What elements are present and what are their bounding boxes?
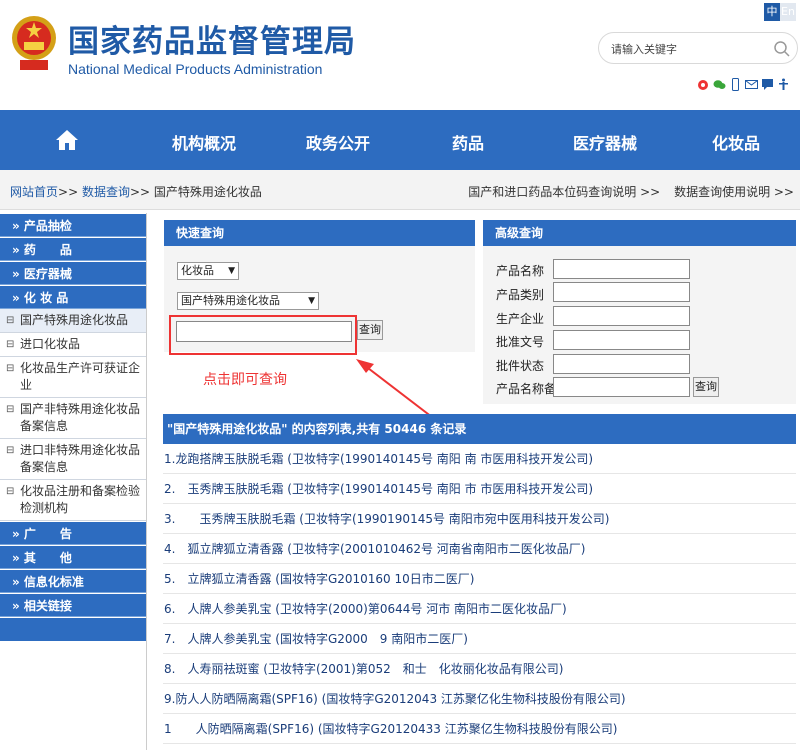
sidebar-sub-label: 化妆品注册和备案检验检测机构 xyxy=(20,484,141,515)
list-item[interactable]: 6. 人牌人参美乳宝 (卫妆特字(2000)第0644号 河市 南阳市二医化妆品… xyxy=(163,594,796,624)
label-approval-status: 批件状态 xyxy=(496,359,545,373)
breadcrumb-data-link[interactable]: 数据查询 xyxy=(82,185,130,199)
mobile-icon[interactable] xyxy=(729,78,742,91)
search-input[interactable] xyxy=(611,39,771,59)
sidebar-item-it-standards[interactable]: » 信息化标准 xyxy=(0,569,146,593)
results-list: 1.龙跑搭牌玉肤脱毛霜 (卫妆特字(1990140145号 南阳 南 市医用科技… xyxy=(163,444,796,744)
sidebar-sub-imported-nonspecial[interactable]: ⊟ 进口非特殊用途化妆品备案信息 xyxy=(0,439,146,480)
wechat-icon[interactable] xyxy=(713,78,726,91)
list-item[interactable]: 7. 人牌人参美乳宝 (国妆特字G2000 9 南阳市二医厂) xyxy=(163,624,796,654)
sidebar-sub-domestic-nonspecial[interactable]: ⊟ 国产非特殊用途化妆品备案信息 xyxy=(0,398,146,439)
search-icon[interactable] xyxy=(773,40,791,58)
dropdown-arrow-icon: ▼ xyxy=(308,296,315,306)
highlight-box xyxy=(169,315,357,355)
collapse-icon: ⊟ xyxy=(6,339,15,350)
product-remark-field[interactable] xyxy=(553,377,690,397)
annotation-hint: 点击即可查询 xyxy=(203,372,287,388)
product-category-field[interactable] xyxy=(553,282,690,302)
sidebar-sub-testing-orgs[interactable]: ⊟ 化妆品注册和备案检验检测机构 xyxy=(0,480,146,521)
nav-item-devices[interactable]: 医疗器械 xyxy=(573,130,637,154)
collapse-icon: ⊟ xyxy=(6,363,15,374)
breadcrumb-current: 国产特殊用途化妆品 xyxy=(153,185,262,199)
sidebar-sub-domestic-special[interactable]: ⊟ 国产特殊用途化妆品 xyxy=(0,309,146,333)
nav-item-affairs[interactable]: 政务公开 xyxy=(306,130,370,154)
nav-item-about[interactable]: 机构概况 xyxy=(172,130,236,154)
sidebar: » 产品抽检 » 药 品 » 医疗器械 » 化 妆 品 ⊟ 国产特殊用途化妆品 ⊟… xyxy=(0,213,147,750)
list-item[interactable]: 4. 狐立牌狐立清香露 (卫妆特字(2001010462号 河南省南阳市二医化妆… xyxy=(163,534,796,564)
message-icon[interactable] xyxy=(761,78,774,91)
sidebar-item-devices[interactable]: » 医疗器械 xyxy=(0,261,146,285)
results-header: "国产特殊用途化妆品" 的内容列表,共有 50446 条记录 xyxy=(163,414,796,444)
language-switcher: 中 En xyxy=(764,3,796,21)
home-icon[interactable] xyxy=(55,128,79,152)
sidebar-sub-label: 国产特殊用途化妆品 xyxy=(20,313,129,327)
breadcrumb-home-link[interactable]: 网站首页 xyxy=(10,185,58,199)
sidebar-item-links[interactable]: » 相关链接 xyxy=(0,593,146,617)
site-search xyxy=(598,32,798,64)
sidebar-item-drugs[interactable]: » 药 品 xyxy=(0,237,146,261)
quick-query-title: 快速查询 xyxy=(164,220,475,246)
advanced-query-panel: 高级查询 产品名称 产品类别 生产企业 批准文号 批件状态 产品名称备注 查询 xyxy=(483,220,796,404)
nav-item-drugs[interactable]: 药品 xyxy=(452,130,484,154)
label-product-name: 产品名称 xyxy=(496,264,545,278)
site-header: 国家药品监督管理局 National Medical Products Admi… xyxy=(0,0,800,110)
approval-number-field[interactable] xyxy=(553,330,690,350)
collapse-icon: ⊟ xyxy=(6,445,15,456)
main-nav: 机构概况 政务公开 药品 医疗器械 化妆品 xyxy=(0,110,800,170)
site-title-en: National Medical Products Administration xyxy=(68,61,323,77)
sidebar-sub-label: 化妆品生产许可获证企业 xyxy=(20,361,141,392)
quick-query-button[interactable]: 查询 xyxy=(357,320,383,340)
list-item[interactable]: 8. 人寿丽祛斑蜜 (卫妆特字(2001)第052 和士 化妆丽化妆品有限公司) xyxy=(163,654,796,684)
label-product-category: 产品类别 xyxy=(496,288,545,302)
advanced-query-button[interactable]: 查询 xyxy=(693,377,719,397)
collapse-icon: ⊟ xyxy=(6,404,15,415)
sidebar-sub-producers[interactable]: ⊟ 化妆品生产许可获证企业 xyxy=(0,357,146,398)
approval-status-field[interactable] xyxy=(553,354,690,374)
lang-en-button[interactable]: En xyxy=(780,3,796,21)
collapse-icon: ⊟ xyxy=(6,486,15,497)
drug-code-guide-link[interactable]: 国产和进口药品本位码查询说明 >> xyxy=(468,185,660,199)
social-links xyxy=(697,78,790,91)
manufacturer-field[interactable] xyxy=(553,306,690,326)
mail-icon[interactable] xyxy=(745,78,758,91)
list-item[interactable]: 3. 玉秀牌玉肤脱毛霜 (卫妆特字(1990190145号 南阳市宛中医用科技开… xyxy=(163,504,796,534)
lang-zh-button[interactable]: 中 xyxy=(764,3,780,21)
collapse-icon: ⊟ xyxy=(6,315,15,326)
nav-item-cosmetics[interactable]: 化妆品 xyxy=(712,130,760,154)
list-item[interactable]: 5. 立牌狐立清香露 (国妆特字G2010160 10日市二医厂) xyxy=(163,564,796,594)
category-select-value: 化妆品 xyxy=(181,264,214,277)
product-name-field[interactable] xyxy=(553,259,690,279)
sidebar-sub-label: 国产非特殊用途化妆品备案信息 xyxy=(20,402,141,433)
list-item[interactable]: 1 人防晒隔离霜(SPF16) (国妆特字G20120433 江苏聚亿生物科技股… xyxy=(163,714,796,744)
database-select[interactable]: 国产特殊用途化妆品 ▼ xyxy=(177,292,319,310)
label-manufacturer: 生产企业 xyxy=(496,312,545,326)
sidebar-item-inspection[interactable]: » 产品抽检 xyxy=(0,213,146,237)
sidebar-sub-label: 进口非特殊用途化妆品备案信息 xyxy=(20,443,141,474)
breadcrumb-sep: >> xyxy=(58,185,79,199)
dropdown-arrow-icon: ▼ xyxy=(228,266,235,276)
sidebar-filler xyxy=(0,617,146,641)
sidebar-item-cosmetics[interactable]: » 化 妆 品 xyxy=(0,285,146,309)
database-select-value: 国产特殊用途化妆品 xyxy=(181,294,280,307)
list-item[interactable]: 9.防人人防晒隔离霜(SPF16) (国妆特字G2012043 江苏聚亿化生物科… xyxy=(163,684,796,714)
list-item[interactable]: 2. 玉秀牌玉肤脱毛霜 (卫妆特字(1990140145号 南阳 市 市医用科技… xyxy=(163,474,796,504)
breadcrumb: 网站首页>> 数据查询>> 国产特殊用途化妆品 国产和进口药品本位码查询说明 >… xyxy=(0,170,800,210)
sidebar-item-other[interactable]: » 其 他 xyxy=(0,545,146,569)
data-query-guide-link[interactable]: 数据查询使用说明 >> xyxy=(674,185,794,199)
category-select[interactable]: 化妆品 ▼ xyxy=(177,262,239,280)
national-emblem-icon xyxy=(12,16,56,70)
breadcrumb-sep: >> xyxy=(129,185,151,199)
sidebar-sub-imported[interactable]: ⊟ 进口化妆品 xyxy=(0,333,146,357)
site-title-cn: 国家药品监督管理局 xyxy=(68,24,356,60)
accessibility-icon[interactable] xyxy=(777,78,790,91)
weibo-icon[interactable] xyxy=(697,78,710,91)
advanced-query-title: 高级查询 xyxy=(483,220,796,246)
list-item[interactable]: 1.龙跑搭牌玉肤脱毛霜 (卫妆特字(1990140145号 南阳 南 市医用科技… xyxy=(163,444,796,474)
sidebar-item-ads[interactable]: » 广 告 xyxy=(0,521,146,545)
sidebar-sub-label: 进口化妆品 xyxy=(20,337,81,351)
label-approval-number: 批准文号 xyxy=(496,335,545,349)
